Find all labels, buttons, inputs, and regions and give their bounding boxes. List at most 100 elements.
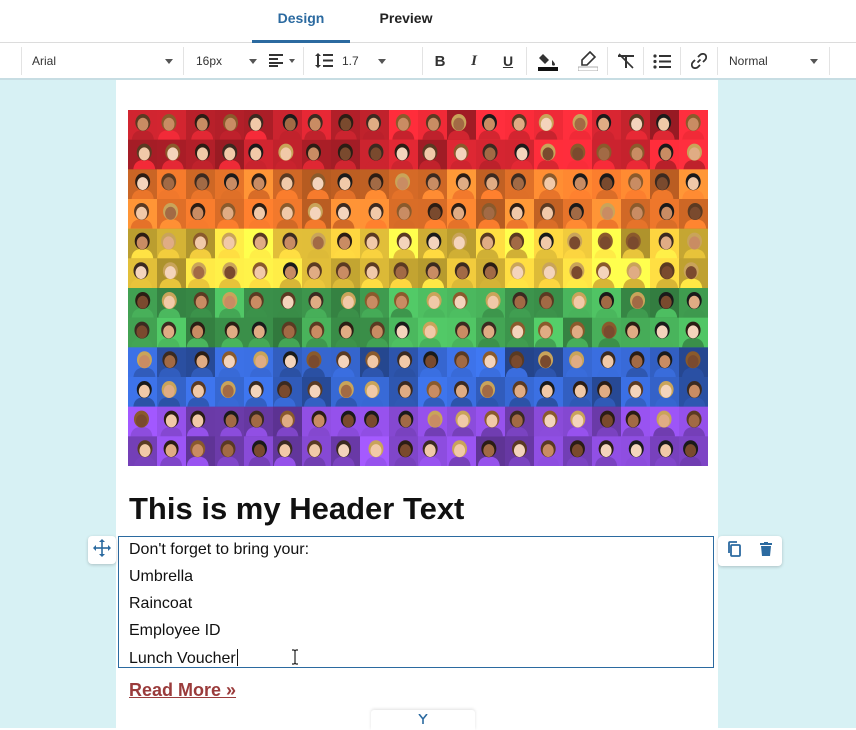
font-size-select[interactable]: 16px	[184, 43, 264, 78]
mosaic-face	[484, 147, 496, 161]
font-size-value: 16px	[196, 54, 223, 68]
mosaic-face	[222, 444, 234, 458]
mosaic-face	[253, 206, 265, 220]
mosaic-face	[511, 206, 523, 220]
mosaic-face	[192, 384, 204, 398]
link-button[interactable]	[689, 51, 709, 71]
mosaic-face	[542, 444, 554, 458]
mosaic-face	[571, 444, 583, 458]
mosaic-face	[516, 147, 528, 161]
mosaic-face	[370, 147, 382, 161]
mosaic-face	[309, 206, 321, 220]
mosaic-face	[544, 414, 556, 428]
toolbar-divider	[526, 47, 527, 75]
mosaic-face	[660, 384, 672, 398]
mosaic-face	[484, 266, 496, 280]
mosaic-face	[284, 117, 296, 131]
mosaic-face	[222, 206, 234, 220]
mosaic-face	[196, 147, 208, 161]
add-section-tab[interactable]	[371, 710, 475, 730]
mosaic-face	[342, 414, 354, 428]
mosaic-face	[136, 206, 148, 220]
line-height-select[interactable]: 1.7	[304, 43, 414, 78]
mosaic-face	[279, 384, 291, 398]
underline-button[interactable]: U	[498, 51, 518, 71]
mosaic-face	[367, 355, 379, 369]
mosaic-face	[514, 384, 526, 398]
align-select[interactable]	[265, 43, 299, 78]
mosaic-face	[226, 325, 238, 339]
mosaic-face	[196, 355, 208, 369]
mosaic-face	[163, 117, 175, 131]
font-family-select[interactable]: Arial	[22, 43, 182, 78]
mosaic-face	[399, 444, 411, 458]
header-heading[interactable]: This is my Header Text	[129, 491, 464, 527]
mosaic-face	[397, 177, 409, 191]
mosaic-face	[225, 414, 237, 428]
mosaic-face	[601, 414, 613, 428]
mosaic-face	[427, 266, 439, 280]
selected-text-block[interactable]: Don't forget to bring your: Umbrella Rai…	[118, 536, 714, 668]
mosaic-face	[513, 117, 525, 131]
text-color-button[interactable]	[538, 51, 558, 71]
mosaic-face	[225, 117, 237, 131]
mosaic-face	[165, 444, 177, 458]
duplicate-block-button[interactable]	[718, 536, 750, 566]
mosaic-face	[427, 177, 439, 191]
highlight-button[interactable]	[578, 51, 598, 71]
mosaic-face	[512, 325, 524, 339]
mosaic-face	[137, 117, 149, 131]
mosaic-face	[543, 266, 555, 280]
bullet-list-button[interactable]	[652, 51, 672, 71]
bold-button[interactable]: B	[430, 51, 450, 71]
mosaic-face	[396, 147, 408, 161]
italic-button[interactable]: I	[464, 51, 484, 71]
mosaic-face	[281, 206, 293, 220]
font-family-value: Arial	[32, 54, 57, 68]
mosaic-face	[136, 325, 148, 339]
mosaic-face	[255, 355, 267, 369]
mosaic-face	[339, 236, 351, 250]
mosaic-face	[313, 414, 325, 428]
mosaic-face	[138, 355, 150, 369]
editor-tabs: Design Preview	[0, 0, 856, 43]
mosaic-face	[400, 414, 412, 428]
mosaic-face	[136, 236, 148, 250]
mosaic-face	[370, 444, 382, 458]
tab-design[interactable]: Design	[252, 0, 350, 43]
read-more-link[interactable]: Read More »	[129, 680, 236, 701]
mosaic-face	[192, 414, 204, 428]
email-canvas: This is my Header Text Don't forget to b…	[0, 80, 856, 730]
mosaic-face	[486, 414, 498, 428]
mosaic-face	[511, 355, 523, 369]
move-block-button[interactable]	[88, 536, 116, 564]
mosaic-face	[453, 117, 465, 131]
mosaic-face	[192, 325, 204, 339]
mosaic-face	[687, 355, 699, 369]
mosaic-face	[687, 117, 699, 131]
mosaic-face	[368, 117, 380, 131]
paragraph-style-select[interactable]: Normal	[718, 43, 828, 78]
mosaic-face	[223, 355, 235, 369]
hero-image[interactable]	[128, 110, 708, 466]
mosaic-face	[601, 295, 613, 309]
toolbar-divider	[422, 47, 423, 75]
mosaic-face	[571, 266, 583, 280]
toolbar-divider	[643, 47, 644, 75]
mosaic-face	[284, 266, 296, 280]
tab-preview[interactable]: Preview	[356, 0, 456, 42]
mosaic-face	[137, 177, 149, 191]
chevron-down-icon	[249, 59, 257, 64]
photo-mosaic-image	[128, 110, 708, 466]
mosaic-face	[656, 325, 668, 339]
mosaic-face	[370, 206, 382, 220]
mosaic-face	[631, 147, 643, 161]
chevron-down-icon	[378, 59, 386, 64]
mosaic-face	[660, 295, 672, 309]
toolbar-divider	[680, 47, 681, 75]
delete-block-button[interactable]	[750, 536, 782, 566]
mosaic-face	[254, 236, 266, 250]
chevron-down-icon	[289, 59, 295, 63]
mosaic-face	[482, 236, 494, 250]
clear-format-button[interactable]	[616, 51, 636, 71]
